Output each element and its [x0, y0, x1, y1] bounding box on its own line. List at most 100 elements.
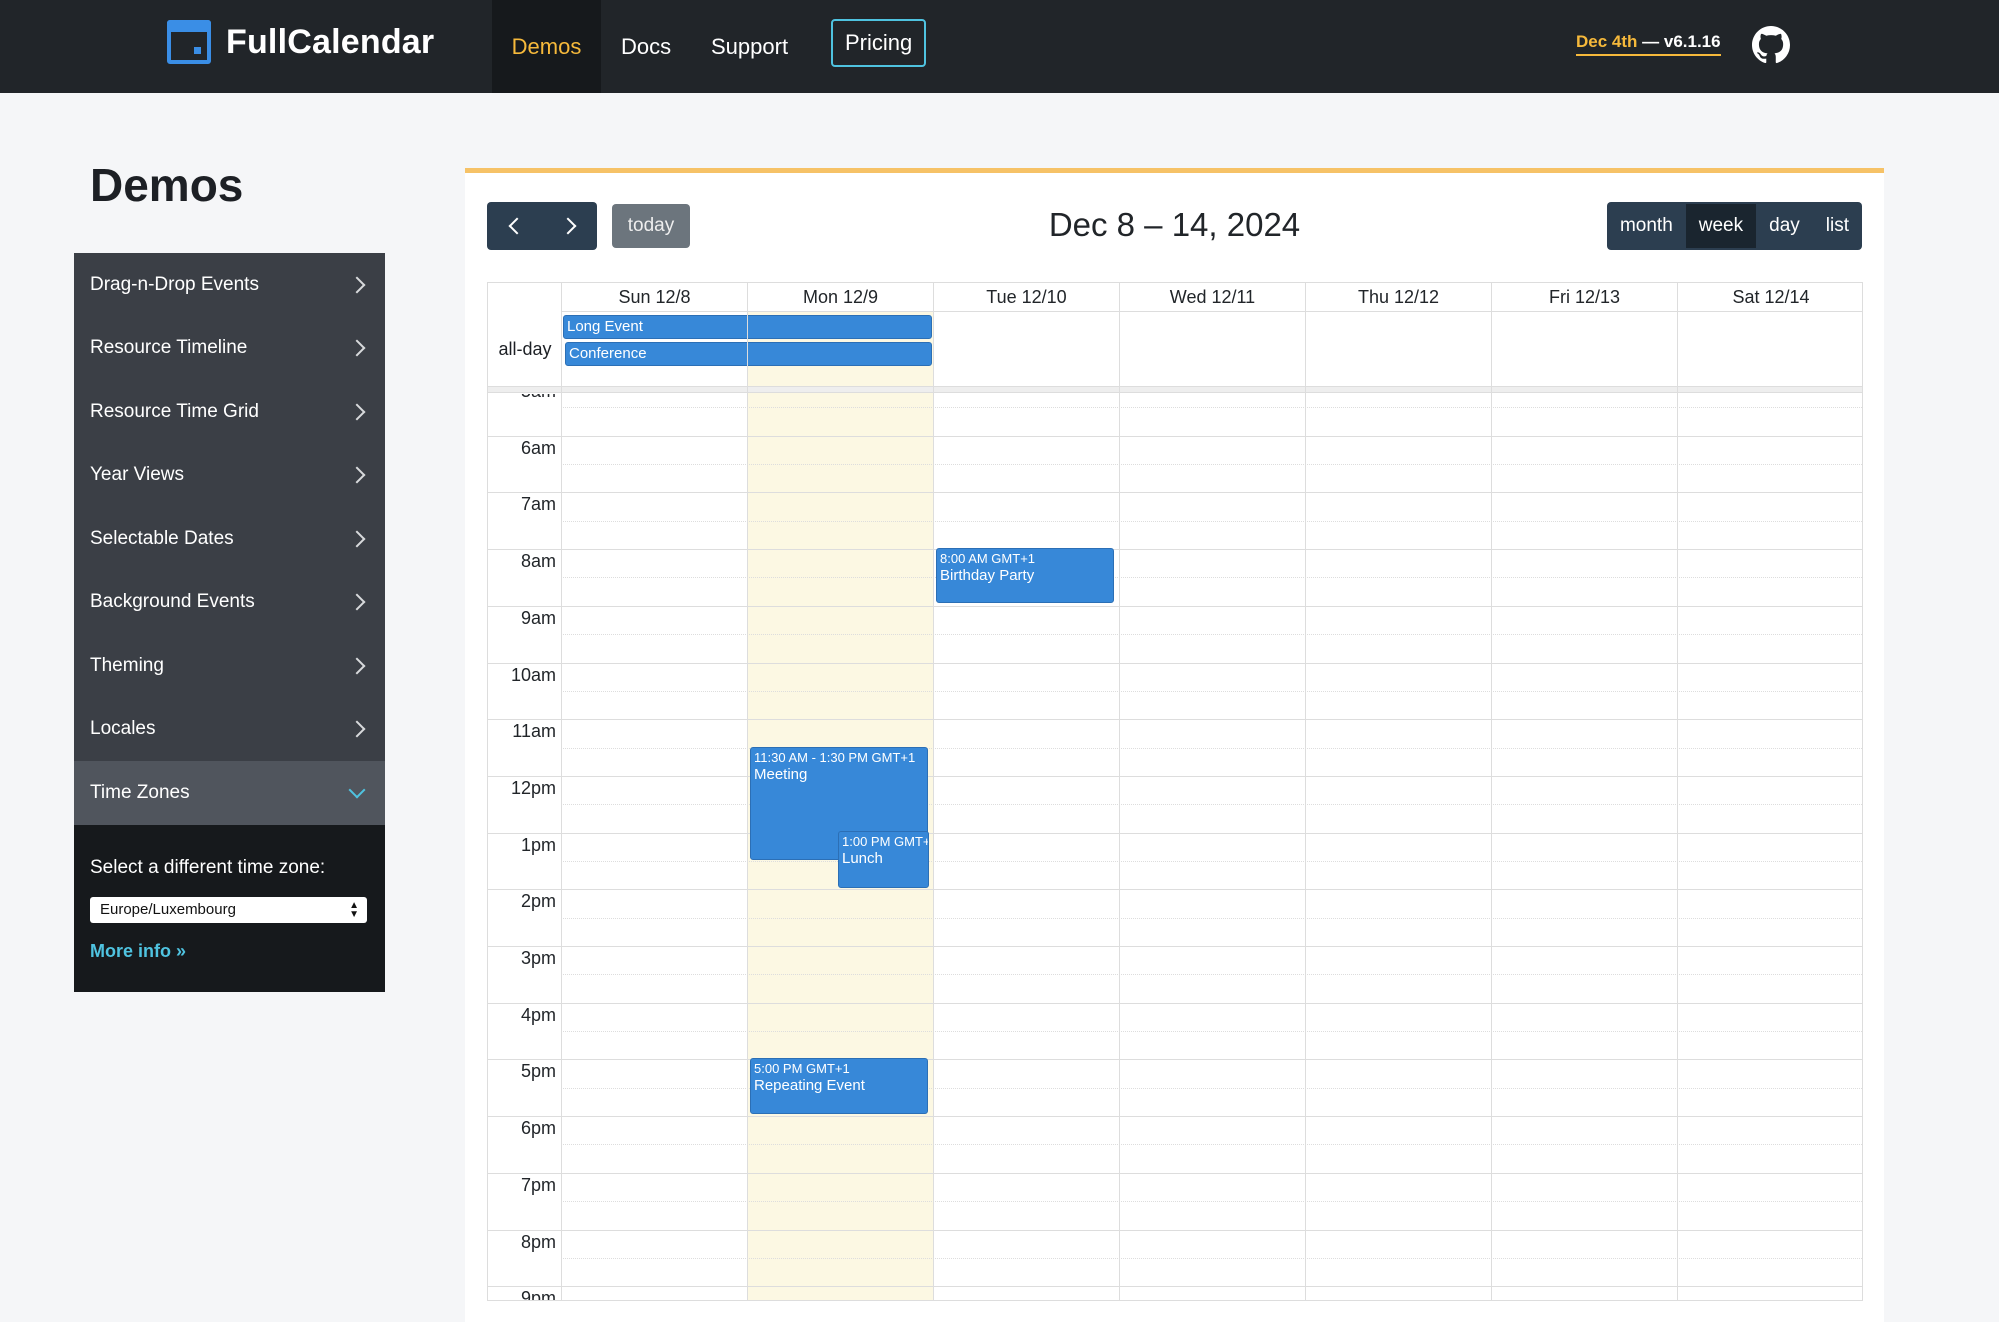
- view-week-button[interactable]: week: [1685, 204, 1757, 248]
- sidebar-item-selectable-dates[interactable]: Selectable Dates: [74, 507, 385, 571]
- sidebar-item-resource-timeline[interactable]: Resource Timeline: [74, 316, 385, 380]
- time-zone-value: Europe/Luxembourg: [100, 901, 236, 918]
- view-day-button[interactable]: day: [1756, 204, 1813, 248]
- half-hour-line: [561, 974, 1862, 976]
- day-column-line: [1305, 312, 1306, 1300]
- event-repeating-event[interactable]: 5:00 PM GMT+1 Repeating Event: [750, 1058, 928, 1114]
- week-time-grid: Sun 12/8 Mon 12/9 Tue 12/10 Wed 12/11 Th…: [487, 282, 1863, 1301]
- nav-docs[interactable]: Docs: [621, 0, 671, 93]
- sidebar-item-locales[interactable]: Locales: [74, 697, 385, 761]
- event-conference[interactable]: Conference: [565, 342, 932, 366]
- event-title: Repeating Event: [754, 1077, 865, 1094]
- half-hour-line: [561, 577, 1862, 579]
- time-label: 4pm: [520, 1004, 556, 1025]
- calendar-toolbar: today Dec 8 – 14, 2024 month week day li…: [487, 202, 1862, 250]
- chevron-right-icon: [348, 339, 366, 357]
- sidebar-item-time-zones[interactable]: Time Zones: [74, 761, 385, 825]
- view-month-button[interactable]: month: [1607, 204, 1686, 248]
- hour-line: [488, 1002, 1862, 1004]
- half-hour-line: [561, 690, 1862, 692]
- nav-support[interactable]: Support: [711, 0, 788, 93]
- event-title: Meeting: [754, 766, 808, 783]
- more-info-link[interactable]: More info »: [90, 941, 369, 962]
- demo-sidebar: Drag-n-Drop Events Resource Timeline Res…: [74, 253, 385, 992]
- chevron-right-icon: [348, 593, 366, 611]
- day-header-thu: Thu 12/12: [1305, 283, 1491, 312]
- hour-line: [488, 1286, 1862, 1288]
- hour-line: [488, 549, 1862, 551]
- all-day-divider: [488, 387, 1862, 393]
- sidebar-item-background-events[interactable]: Background Events: [74, 570, 385, 634]
- time-label: 11am: [512, 721, 556, 742]
- hour-line: [488, 662, 1862, 664]
- brand-logo[interactable]: FullCalendar: [167, 20, 434, 64]
- time-label: 6pm: [520, 1118, 556, 1139]
- page-title: Demos: [90, 159, 244, 211]
- half-hour-line: [561, 634, 1862, 636]
- chevron-right-icon: [348, 403, 366, 421]
- day-column-line: [933, 312, 934, 1300]
- hour-line: [488, 492, 1862, 494]
- time-zone-panel: Select a different time zone: Europe/Lux…: [74, 824, 385, 992]
- github-icon[interactable]: [1752, 26, 1790, 64]
- calendar-logo-icon: [167, 20, 211, 64]
- time-label: 7pm: [520, 1174, 556, 1195]
- sidebar-item-label: Locales: [90, 718, 156, 740]
- sidebar-item-theming[interactable]: Theming: [74, 634, 385, 698]
- hour-line: [488, 946, 1862, 947]
- all-day-label: all-day: [498, 339, 552, 359]
- event-title: Birthday Party: [940, 567, 1035, 584]
- day-column-line: [1677, 312, 1678, 1300]
- chevron-right-icon: [348, 466, 366, 484]
- brand-name: FullCalendar: [226, 22, 435, 61]
- time-label: 3pm: [520, 948, 556, 968]
- chevron-down-icon: [348, 781, 366, 799]
- half-hour-line: [561, 860, 1862, 862]
- time-label: 7am: [520, 494, 556, 515]
- hour-line: [488, 1059, 1862, 1061]
- chevron-right-icon: [348, 657, 366, 675]
- view-list-button[interactable]: list: [1813, 204, 1862, 248]
- time-label: 2pm: [520, 891, 556, 912]
- chevron-right-icon: [348, 276, 366, 294]
- event-time: 5:00 PM GMT+1: [754, 1061, 850, 1076]
- version-separator: —: [1637, 32, 1664, 51]
- time-label: 9am: [520, 607, 556, 628]
- event-time: 1:00 PM GMT+1: [842, 834, 929, 849]
- sidebar-item-label: Theming: [90, 654, 164, 676]
- event-birthday-party[interactable]: 8:00 AM GMT+1 Birthday Party: [936, 548, 1114, 603]
- event-title: Conference: [569, 345, 647, 362]
- hour-line: [488, 719, 1862, 721]
- half-hour-line: [561, 917, 1862, 919]
- time-label: 5pm: [520, 1061, 556, 1082]
- time-label: 12pm: [510, 777, 556, 798]
- event-lunch[interactable]: 1:00 PM GMT+1 Lunch: [838, 831, 929, 888]
- day-header-sun: Sun 12/8: [561, 283, 747, 312]
- hour-line: [488, 435, 1862, 437]
- event-title: Lunch: [842, 850, 883, 867]
- hour-line: [488, 1116, 1862, 1118]
- event-time: 8:00 AM GMT+1: [940, 551, 1036, 566]
- sidebar-item-label: Resource Timeline: [90, 337, 248, 359]
- day-column-line: [561, 312, 562, 1300]
- sidebar-item-label: Time Zones: [90, 781, 190, 803]
- version-link[interactable]: Dec 4th — v6.1.16: [1576, 32, 1721, 56]
- half-hour-line: [561, 1144, 1862, 1146]
- nav-demos[interactable]: Demos: [492, 0, 601, 93]
- sidebar-item-resource-time-grid[interactable]: Resource Time Grid: [74, 380, 385, 444]
- time-label: 1pm: [520, 834, 556, 855]
- nav-pricing-button[interactable]: Pricing: [831, 19, 927, 67]
- half-hour-line: [561, 1257, 1862, 1259]
- select-arrows-icon: ▲ ▼: [349, 899, 359, 920]
- sidebar-item-year-views[interactable]: Year Views: [74, 443, 385, 507]
- time-zone-select[interactable]: Europe/Luxembourg ▲ ▼: [90, 896, 367, 923]
- sidebar-item-label: Resource Time Grid: [90, 400, 259, 422]
- sidebar-item-drag-n-drop[interactable]: Drag-n-Drop Events: [74, 253, 385, 317]
- hour-line: [488, 889, 1862, 891]
- sidebar-item-label: Background Events: [90, 591, 255, 613]
- time-label: 8am: [520, 551, 556, 572]
- sidebar-item-label: Drag-n-Drop Events: [90, 273, 259, 295]
- hour-line: [488, 1229, 1862, 1231]
- day-header-mon: Mon 12/9: [747, 283, 933, 312]
- hour-line: [488, 1172, 1862, 1174]
